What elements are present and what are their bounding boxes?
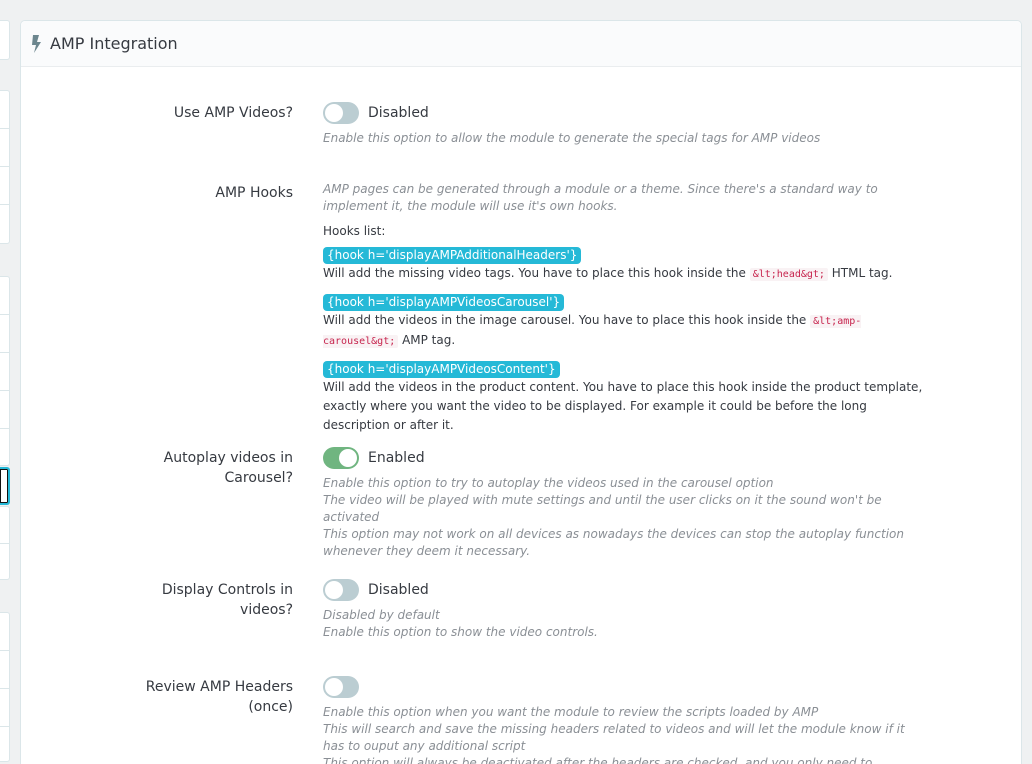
hook-description: Will add the videos in the image carouse… [323, 313, 862, 348]
autoplay-label: Autoplay videos in Carousel? [163, 450, 293, 486]
panel-heading: AMP Integration [21, 21, 1021, 67]
display-controls-label: Display Controls in videos? [161, 582, 293, 618]
hook-code-badge: {hook h='displayAMPVideosContent'} [323, 361, 560, 378]
sidebar-list-1 [0, 90, 10, 244]
hook-code-badge: {hook h='displayAMPVideosCarousel'} [323, 294, 565, 311]
hook-item: {hook h='displayAMPVideosCarousel'} Will… [323, 291, 923, 351]
autoplay-toggle[interactable] [323, 447, 359, 469]
bolt-icon [32, 34, 41, 53]
hook-item: {hook h='displayAMPAdditionalHeaders'} W… [323, 244, 923, 284]
panel-title: AMP Integration [50, 34, 178, 53]
hooks-list-title: Hooks list: [323, 224, 386, 238]
hook-tag-code: &lt;head&gt; [749, 268, 828, 281]
amp-hooks-label: AMP Hooks [215, 185, 293, 201]
display-controls-toggle[interactable] [323, 579, 359, 601]
autoplay-help: Enable this option to try to autoplay th… [323, 476, 904, 558]
review-headers-help: Enable this option when you want the mod… [323, 705, 905, 764]
sidebar-list-4 [0, 612, 10, 762]
use-amp-videos-help: Enable this option to allow the module t… [323, 131, 821, 145]
amp-hooks-intro: AMP pages can be generated through a mod… [323, 182, 878, 213]
review-headers-label: Review AMP Headers (once) [145, 679, 293, 715]
hook-description: Will add the videos in the product conte… [323, 380, 923, 432]
hook-description: Will add the missing video tags. You hav… [323, 266, 893, 281]
sidebar-item-active[interactable] [0, 467, 10, 505]
sidebar-list-3 [0, 506, 10, 580]
sidebar-panel-top [0, 20, 10, 60]
autoplay-state: Enabled [368, 450, 425, 466]
use-amp-videos-label: Use AMP Videos? [173, 105, 293, 121]
sidebar-list-2 [0, 276, 10, 466]
amp-integration-panel: AMP Integration Use AMP Videos? Disabled… [20, 20, 1022, 764]
hook-code-badge: {hook h='displayAMPAdditionalHeaders'} [323, 247, 582, 264]
use-amp-videos-toggle[interactable] [323, 102, 359, 124]
review-headers-toggle[interactable] [323, 676, 359, 698]
hook-item: {hook h='displayAMPVideosContent'} Will … [323, 358, 923, 435]
display-controls-help: Disabled by default Enable this option t… [323, 608, 598, 639]
use-amp-videos-state: Disabled [368, 105, 429, 121]
display-controls-state: Disabled [368, 582, 429, 598]
